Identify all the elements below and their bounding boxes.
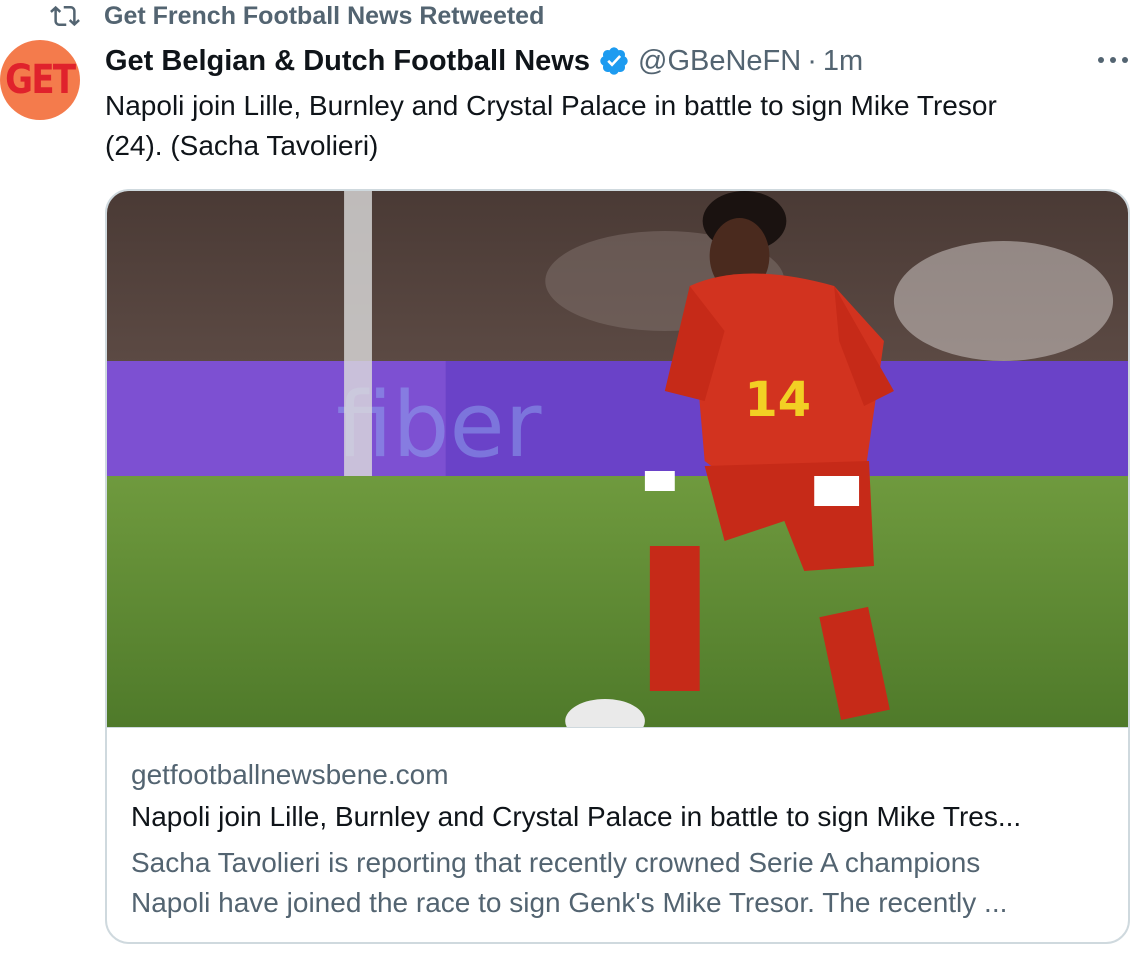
card-description: Sacha Tavolieri is reporting that recent… <box>131 843 1081 923</box>
handle[interactable]: @GBeNeFN <box>638 45 801 78</box>
link-card[interactable]: fiber 14 getfootballnewsbene.com Napoli … <box>105 189 1130 944</box>
card-image[interactable]: fiber 14 <box>107 191 1128 727</box>
retweet-icon <box>50 5 80 27</box>
card-description-line: Napoli have joined the race to sign Genk… <box>131 887 1008 918</box>
timestamp[interactable]: 1m <box>823 45 863 78</box>
card-title: Napoli join Lille, Burnley and Crystal P… <box>131 801 1022 832</box>
retweet-context[interactable]: Get French Football News Retweeted <box>50 0 544 32</box>
avatar[interactable]: GET <box>0 40 80 120</box>
separator-dot: · <box>807 44 817 77</box>
card-description-line: Sacha Tavolieri is reporting that recent… <box>131 847 981 878</box>
avatar-text: GET <box>5 57 76 103</box>
tweet-text: Napoli join Lille, Burnley and Crystal P… <box>105 86 1105 166</box>
tweet-text-line: (24). (Sacha Tavolieri) <box>105 130 379 161</box>
card-domain: getfootballnewsbene.com <box>131 759 449 790</box>
tweet-text-line: Napoli join Lille, Burnley and Crystal P… <box>105 90 997 121</box>
jersey-number: 14 <box>745 373 812 428</box>
display-name[interactable]: Get Belgian & Dutch Football News <box>105 45 590 78</box>
verified-badge-icon <box>600 47 628 75</box>
card-divider <box>107 727 1128 728</box>
tweet-header: Get Belgian & Dutch Football News @GBeNe… <box>105 40 1144 82</box>
more-options-icon[interactable] <box>1098 50 1128 70</box>
photo-of-footballer: fiber 14 <box>107 191 1128 727</box>
retweet-label: Get French Football News Retweeted <box>104 1 545 30</box>
